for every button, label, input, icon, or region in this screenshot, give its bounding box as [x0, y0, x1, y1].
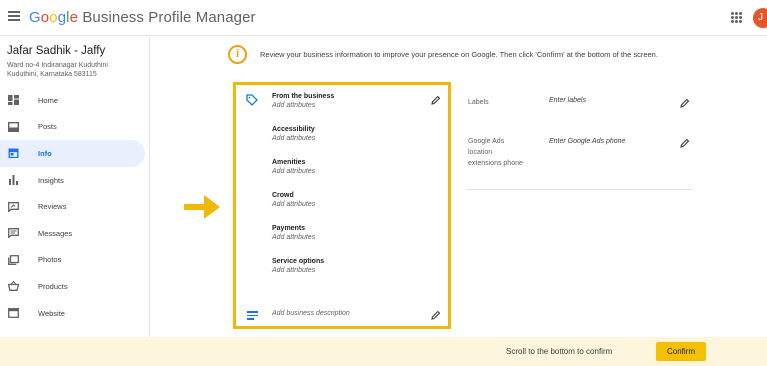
description-icon	[247, 311, 258, 322]
bar-chart-icon	[9, 175, 18, 186]
sidebar-item-label: Home	[38, 95, 59, 105]
tag-icon	[246, 94, 258, 106]
arrow-right-icon	[184, 195, 220, 219]
attribute-group-from-the-business: From the business Add attributes	[272, 93, 335, 109]
sidebar-item-messages[interactable]: Messages	[0, 220, 145, 247]
attribute-group-payments: Payments Add attributes	[272, 225, 316, 241]
top-app-bar: Google Business Profile Manager J	[0, 0, 767, 36]
sidebar-item-reviews[interactable]: Reviews	[0, 193, 145, 220]
posts-icon	[8, 121, 19, 132]
basket-icon	[8, 281, 19, 292]
business-description-field[interactable]: Add business description	[272, 310, 350, 317]
notice-text: Review your business information to impr…	[260, 50, 658, 59]
sidebar-item-website[interactable]: Website	[0, 300, 145, 327]
sidebar-item-label: Photos	[38, 255, 62, 265]
ads-phone-field-value[interactable]: Enter Google Ads phone	[549, 138, 625, 145]
home-grid-icon	[8, 95, 19, 106]
edit-attributes-pencil-icon[interactable]	[431, 95, 441, 105]
attribute-group-crowd: Crowd Add attributes	[272, 192, 316, 208]
sidebar-item-photos[interactable]: Photos	[0, 247, 145, 274]
storefront-icon	[8, 148, 19, 159]
message-icon	[8, 228, 19, 239]
photos-icon	[8, 254, 19, 265]
sidebar-item-label: Products	[38, 281, 68, 291]
sidebar-item-label: Reviews	[38, 202, 67, 212]
website-icon	[8, 308, 19, 318]
hamburger-menu-icon[interactable]	[8, 11, 20, 21]
info-icon: i	[228, 45, 247, 64]
sidebar-item-label: Posts	[38, 122, 57, 132]
scroll-hint: Scroll to the bottom to confirm	[506, 347, 613, 356]
sidebar-nav: Home Posts Info Insights Reviews Message…	[0, 87, 145, 326]
apps-grid-icon[interactable]	[731, 12, 742, 23]
confirm-button[interactable]: Confirm	[656, 342, 706, 361]
attribute-group-service-options: Service options Add attributes	[272, 258, 325, 274]
business-name: Jafar Sadhik - Jaffy	[7, 45, 106, 57]
attributes-card: From the business Add attributes Accessi…	[233, 82, 451, 329]
app-title: Google Business Profile Manager	[29, 9, 256, 26]
sidebar-item-home[interactable]: Home	[0, 87, 145, 114]
sidebar-item-insights[interactable]: Insights	[0, 167, 145, 194]
app-title-rest: Business Profile Manager	[82, 9, 256, 26]
sidebar-item-label: Insights	[38, 175, 64, 185]
confirm-bar: Scroll to the bottom to confirm Confirm	[0, 337, 767, 366]
edit-ads-phone-pencil-icon[interactable]	[680, 138, 690, 148]
sidebar-item-label: Website	[38, 308, 65, 318]
sidebar-item-info[interactable]: Info	[0, 140, 145, 167]
edit-labels-pencil-icon[interactable]	[680, 98, 690, 108]
ads-phone-field-label: Google Ads location extensions phone	[468, 138, 523, 167]
reviews-icon	[8, 201, 19, 212]
sidebar-item-label: Info	[38, 148, 52, 158]
divider	[466, 189, 692, 190]
sidebar-item-label: Messages	[38, 228, 73, 238]
attribute-group-amenities: Amenities Add attributes	[272, 159, 316, 175]
business-address: Ward no-4 Indiranagar Kuduthini Kuduthin…	[7, 62, 108, 78]
sidebar: Jafar Sadhik - Jaffy Ward no-4 Indiranag…	[0, 37, 150, 337]
edit-description-pencil-icon[interactable]	[431, 310, 441, 320]
avatar[interactable]: J	[753, 8, 767, 28]
labels-field-label: Labels	[468, 99, 489, 106]
sidebar-item-products[interactable]: Products	[0, 273, 145, 300]
sidebar-item-posts[interactable]: Posts	[0, 114, 145, 141]
attribute-group-accessibility: Accessibility Add attributes	[272, 126, 316, 142]
labels-field-value[interactable]: Enter labels	[549, 97, 586, 104]
